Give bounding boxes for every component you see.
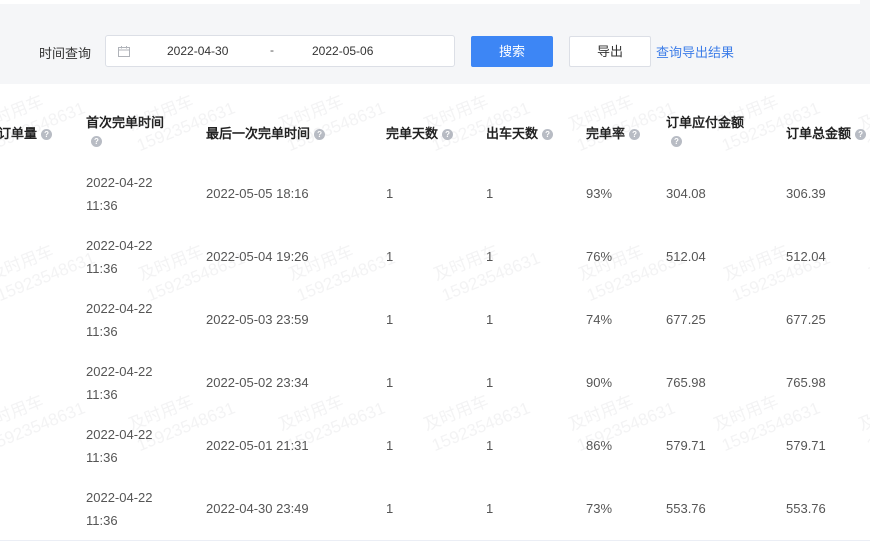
table-row: 2022-04-22 11:36 2022-05-05 18:16 1 1 93% 304… [0,162,870,226]
payable-amount-cell: 677.25 [666,312,706,327]
drive-days-cell: 1 [486,186,494,201]
complete-rate-cell: 73% [586,501,613,516]
complete-rate-cell: 74% [586,312,613,327]
export-button[interactable]: 导出 [569,36,651,67]
help-icon[interactable]: ? [91,136,102,147]
table-row: 2022-04-22 11:36 2022-05-04 19:26 1 1 76% 512… [0,225,870,289]
complete-days-cell: 1 [386,438,394,453]
search-button[interactable]: 搜索 [471,36,553,67]
date-separator: - [270,43,274,57]
complete-days-cell: 1 [386,186,394,201]
help-icon[interactable]: ? [671,136,682,147]
header-order-count: 订单量? [0,123,53,142]
complete-days-cell: 1 [386,312,394,327]
help-icon[interactable]: ? [542,129,554,140]
payable-amount-cell: 304.08 [666,186,706,201]
payable-amount-cell: 765.98 [666,375,706,390]
complete-rate-cell: 86% [586,438,613,453]
header-drive-days: 出车天数? [486,123,554,142]
help-icon[interactable]: ? [629,129,641,140]
payable-amount-cell: 579.71 [666,438,706,453]
complete-rate-cell: 76% [586,249,613,264]
table-row: 2022-04-22 11:36 2022-05-01 21:31 1 1 86% 579… [0,414,870,478]
drive-days-cell: 1 [486,501,494,516]
complete-days-cell: 1 [386,501,394,516]
first-complete-time-cell: 2022-04-22 11:36 [86,238,153,276]
total-amount-cell: 306.39 [786,186,826,201]
header-complete-days: 完单天数? [386,123,454,142]
drive-days-cell: 1 [486,312,494,327]
table-row: 2022-04-22 11:36 2022-05-03 23:59 1 1 74% 677… [0,288,870,352]
help-icon[interactable]: ? [442,129,454,140]
complete-days-cell: 1 [386,375,394,390]
header-first-complete-time: 首次完单时间 [86,115,165,130]
header-total-amount: 订单总金额? [786,123,867,142]
first-complete-time-cell: 2022-04-22 11:36 [86,364,153,402]
table-row: 2022-04-22 11:36 2022-04-30 23:49 1 1 73% 553… [0,477,870,541]
filter-bar: 时间查询 2022-04-30 - 2022-05-06 搜索 导出 查询导出结… [0,18,870,84]
complete-days-cell: 1 [386,249,394,264]
last-complete-time-cell: 2022-05-05 18:16 [206,186,309,201]
last-complete-time-cell: 2022-05-03 23:59 [206,312,309,327]
first-complete-time-cell: 2022-04-22 11:36 [86,175,153,213]
complete-rate-cell: 90% [586,375,613,390]
calendar-icon [118,46,130,57]
first-complete-time-cell: 2022-04-22 11:36 [86,427,153,465]
drive-days-cell: 1 [486,438,494,453]
payable-amount-cell: 512.04 [666,249,706,264]
date-start-input[interactable]: 2022-04-30 [167,44,228,58]
last-complete-time-cell: 2022-05-02 23:34 [206,375,309,390]
total-amount-cell: 579.71 [786,438,826,453]
date-range-picker[interactable]: 2022-04-30 - 2022-05-06 [105,35,455,67]
total-amount-cell: 765.98 [786,375,826,390]
date-end-input[interactable]: 2022-05-06 [312,44,373,58]
table-header: 订单量? 首次完单时间 ? 最后一次完单时间? 完单天数? 出车天数? 完单率?… [0,84,870,163]
time-query-label: 时间查询 [39,46,92,61]
total-amount-cell: 677.25 [786,312,826,327]
export-results-link[interactable]: 查询导出结果 [656,42,734,61]
drive-days-cell: 1 [486,375,494,390]
header-complete-rate: 完单率? [586,123,641,142]
drive-days-cell: 1 [486,249,494,264]
help-icon[interactable]: ? [314,129,326,140]
payable-amount-cell: 553.76 [666,501,706,516]
total-amount-cell: 553.76 [786,501,826,516]
first-complete-time-cell: 2022-04-22 11:36 [86,301,153,339]
help-icon[interactable]: ? [855,129,867,140]
complete-rate-cell: 93% [586,186,613,201]
last-complete-time-cell: 2022-05-01 21:31 [206,438,309,453]
last-complete-time-cell: 2022-04-30 23:49 [206,501,309,516]
header-payable-amount: 订单应付金额 [666,115,745,130]
header-last-complete-time: 最后一次完单时间? [206,123,326,142]
table-row: 2022-04-22 11:36 2022-05-02 23:34 1 1 90% 765… [0,351,870,415]
help-icon[interactable]: ? [41,129,53,140]
total-amount-cell: 512.04 [786,249,826,264]
top-strip [0,0,870,18]
first-complete-time-cell: 2022-04-22 11:36 [86,490,153,528]
last-complete-time-cell: 2022-05-04 19:26 [206,249,309,264]
